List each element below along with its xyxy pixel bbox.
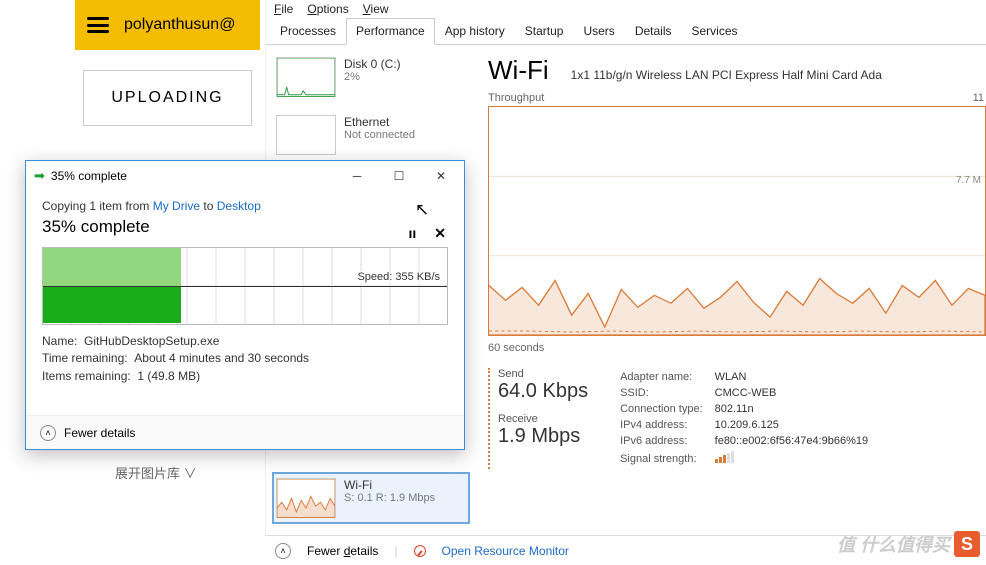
tab-app-history[interactable]: App history: [435, 18, 515, 44]
watermark: 值 什么值得买S: [837, 531, 980, 557]
maximize-button[interactable]: ☐: [378, 162, 420, 190]
perf-main: Wi-Fi 1x1 11b/g/n Wireless LAN PCI Expre…: [476, 45, 986, 530]
menubar: File Options View: [266, 0, 986, 18]
x-label: 60 seconds: [488, 342, 544, 354]
tab-details[interactable]: Details: [625, 18, 682, 44]
sidebar-item-wifi[interactable]: Wi-Fi S: 0.1 R: 1.9 Mbps: [272, 472, 470, 524]
tab-startup[interactable]: Startup: [515, 18, 574, 44]
tab-users[interactable]: Users: [573, 18, 624, 44]
ethernet-thumb-icon: [276, 115, 336, 155]
close-button[interactable]: ✕: [420, 162, 462, 190]
signal-icon: [715, 451, 734, 463]
send-label: Send: [498, 368, 588, 380]
wifi-thumb-icon: [276, 478, 336, 518]
dialog-titlebar[interactable]: ➡ 35% complete ─ ☐ ✕: [26, 161, 464, 191]
y-mark: 7.7 M: [956, 175, 981, 186]
y-top: 11: [973, 92, 984, 104]
pause-button[interactable]: ıı: [408, 225, 416, 242]
tab-services[interactable]: Services: [682, 18, 748, 44]
tab-performance[interactable]: Performance: [346, 18, 435, 45]
wifi-title: Wi-Fi: [344, 478, 435, 492]
copy-source-line: Copying 1 item from My Drive to Desktop: [42, 199, 448, 213]
menu-icon[interactable]: [87, 17, 109, 33]
menu-file[interactable]: File: [274, 2, 293, 16]
tab-processes[interactable]: Processes: [270, 18, 346, 44]
disk-thumb-icon: [276, 57, 336, 97]
bg-header: polyanthusun@: [75, 0, 260, 50]
eth-sub: Not connected: [344, 129, 415, 141]
copy-arrow-icon: ➡: [34, 168, 45, 184]
menu-options[interactable]: Options: [307, 2, 348, 16]
file-copy-dialog: ➡ 35% complete ─ ☐ ✕ Copying 1 item from…: [25, 160, 465, 450]
adapter-desc: 1x1 11b/g/n Wireless LAN PCI Express Hal…: [571, 68, 882, 82]
eth-title: Ethernet: [344, 115, 415, 129]
cancel-button[interactable]: ✕: [434, 225, 446, 242]
dialog-title: 35% complete: [51, 169, 127, 183]
resmon-icon: [414, 545, 426, 557]
fewer-details-link[interactable]: Fewer details: [307, 544, 378, 558]
open-resmon-link[interactable]: Open Resource Monitor: [442, 544, 569, 558]
throughput-chart: 7.7 M: [488, 106, 986, 336]
recv-value: 1.9 Mbps: [498, 425, 588, 448]
menu-view[interactable]: View: [363, 2, 389, 16]
chevron-up-icon[interactable]: ˄: [275, 543, 291, 559]
bg-text-2[interactable]: 展开图片库 ∨: [115, 463, 260, 482]
minimize-button[interactable]: ─: [336, 162, 378, 190]
bg-user: polyanthusun@: [124, 16, 235, 34]
sidebar-item-ethernet[interactable]: Ethernet Not connected: [272, 109, 470, 161]
disk-title: Disk 0 (C:): [344, 57, 401, 71]
wifi-sub: S: 0.1 R: 1.9 Mbps: [344, 492, 435, 504]
tab-bar: Processes Performance App history Startu…: [266, 18, 986, 45]
src-link[interactable]: My Drive: [153, 199, 200, 213]
copy-percent: 35% complete: [42, 217, 448, 237]
recv-label: Receive: [498, 413, 588, 425]
speed-chart: Speed: 355 KB/s: [42, 247, 448, 325]
dialog-footer: ˄ Fewer details: [26, 415, 464, 449]
page-title: Wi-Fi: [488, 55, 549, 86]
sidebar-item-disk[interactable]: Disk 0 (C:) 2%: [272, 51, 470, 103]
dst-link[interactable]: Desktop: [217, 199, 261, 213]
wifi-properties: Adapter name:WLAN SSID:CMCC-WEB Connecti…: [618, 368, 880, 469]
throughput-label: Throughput: [488, 92, 544, 104]
speed-label: Speed: 355 KB/s: [355, 271, 442, 283]
fewer-details-link[interactable]: Fewer details: [64, 426, 135, 440]
disk-sub: 2%: [344, 71, 401, 83]
uploading-card: UPLOADING: [83, 70, 252, 126]
send-value: 64.0 Kbps: [498, 380, 588, 403]
chevron-up-icon[interactable]: ˄: [40, 425, 56, 441]
copy-metadata: Name: GitHubDesktopSetup.exe Time remain…: [42, 333, 448, 385]
